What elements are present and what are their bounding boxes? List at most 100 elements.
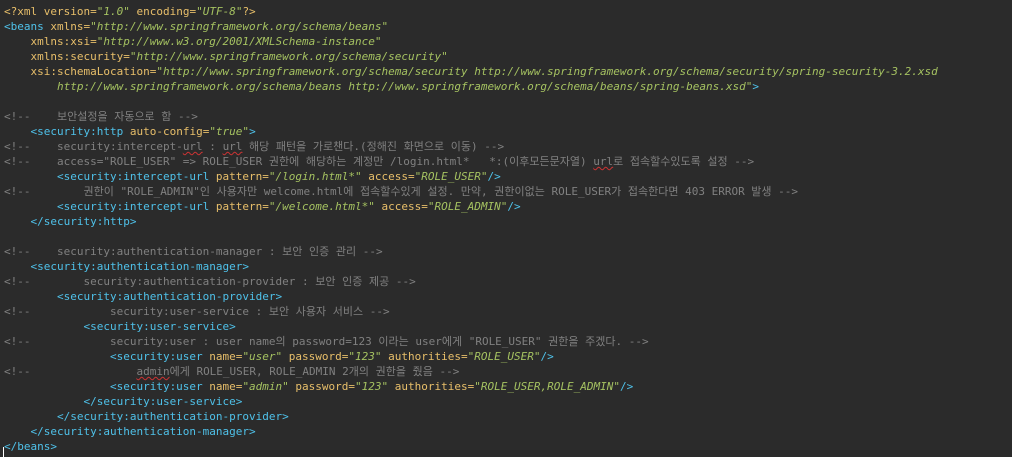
code-token: <!-- security:user-service : 보안 사용자 서비스 … [4, 305, 390, 318]
code-line: xsi:schemaLocation="http://www.springfra… [4, 64, 938, 79]
code-line: <security:user name="user" password="123… [4, 349, 554, 364]
code-line: <security:user-service> [4, 319, 236, 334]
code-token: </security:user-service> [4, 395, 243, 408]
code-token: <!-- 보안설정을 자동으로 함 --> [4, 110, 198, 123]
code-token: auto-config= [123, 125, 210, 138]
code-token: "ROLE_USER,ROLE_ADMIN" [474, 380, 620, 393]
code-line: <!-- security:authentication-manager : 보… [4, 244, 383, 259]
code-line: xmlns:security="http://www.springframewo… [4, 49, 448, 64]
code-token: <security:intercept-url [4, 170, 210, 183]
code-token: 로 접속할수있도록 설정 --> [613, 155, 755, 168]
code-line: <security:authentication-manager> [4, 259, 249, 274]
code-token: "/login.html*" [268, 170, 362, 183]
code-token: /> [619, 380, 634, 393]
code-token: </beans> [4, 440, 57, 453]
code-token: pattern= [209, 200, 269, 213]
code-token: ?> [242, 5, 256, 18]
code-token: > [249, 125, 256, 138]
code-token: xsi:schemaLocation= [4, 65, 157, 78]
code-token: /> [540, 350, 554, 363]
code-token: access= [361, 170, 415, 183]
code-token: "ROLE_USER" [467, 350, 541, 363]
code-line: xmlns:xsi="http://www.w3.org/2001/XMLSch… [4, 34, 381, 49]
code-token: "true" [209, 125, 250, 138]
text-cursor [3, 447, 4, 457]
code-token: name= [202, 350, 243, 363]
code-token: "ROLE_ADMIN" [427, 200, 508, 213]
code-token: <!-- access="ROLE_USER" => ROLE_USER 권한에… [4, 155, 594, 168]
code-editor[interactable]: <?xml version="1.0" encoding="UTF-8"?> <b… [0, 0, 1012, 457]
code-token: http://www.springframework.org/schema/be… [4, 80, 753, 93]
spellcheck-token: admin [136, 365, 170, 378]
code-token: access= [374, 200, 428, 213]
code-line: <!-- 보안설정을 자동으로 함 --> [4, 109, 198, 124]
code-line: http://www.springframework.org/schema/be… [4, 79, 759, 94]
code-token: xmlns:security= [4, 50, 130, 63]
code-token: <security:authentication-provider> [4, 290, 283, 303]
code-token: encoding= [129, 5, 197, 18]
code-token: <?xml version= [4, 5, 97, 18]
code-line: </security:http> [4, 214, 136, 229]
code-line: <!-- 권한이 "ROLE_ADMIN"인 사용자만 welcome.html… [4, 184, 798, 199]
code-token: <!-- security:intercept- [4, 140, 183, 153]
spellcheck-token: url [593, 155, 614, 168]
code-line: <!-- security:intercept-url : url 해당 패턴을… [4, 139, 504, 154]
code-token: "admin" [242, 380, 289, 393]
code-token: </security:authentication-manager> [4, 425, 256, 438]
code-token: xmlns:xsi= [4, 35, 97, 48]
code-token: <!-- security:authentication-manager : 보… [4, 245, 383, 258]
code-token: "123" [348, 350, 382, 363]
code-token: "UTF-8" [196, 5, 243, 18]
code-token: "user" [242, 350, 283, 363]
code-token: authorities= [388, 380, 475, 393]
code-line: <!-- access="ROLE_USER" => ROLE_USER 권한에… [4, 154, 754, 169]
code-token: /> [507, 200, 521, 213]
code-line: <security:user name="admin" password="12… [4, 379, 633, 394]
code-token: <!-- security:authentication-provider : … [4, 275, 416, 288]
code-token: : [202, 140, 223, 153]
code-line: <security:intercept-url pattern="/login.… [4, 169, 501, 184]
code-line: </beans> [4, 439, 57, 454]
code-token: <security:user [4, 350, 203, 363]
spellcheck-token: url [182, 140, 203, 153]
code-token: <security:user-service> [4, 320, 236, 333]
code-line: <beans xmlns="http://www.springframework… [4, 19, 388, 34]
code-line: <?xml version="1.0" encoding="UTF-8"?> [4, 4, 256, 19]
code-token: password= [282, 350, 349, 363]
code-line: <security:authentication-provider> [4, 289, 282, 304]
code-token: <beans [4, 20, 44, 33]
code-line: <security:intercept-url pattern="/welcom… [4, 199, 521, 214]
code-line: </security:authentication-provider> [4, 409, 289, 424]
code-token: "ROLE_USER" [414, 170, 488, 183]
code-token: <security:intercept-url [4, 200, 210, 213]
code-token: /> [487, 170, 501, 183]
code-token: <security:http [4, 125, 124, 138]
code-token: > [752, 80, 759, 93]
code-token: </security:authentication-provider> [4, 410, 289, 423]
code-line: </security:authentication-manager> [4, 424, 256, 439]
code-token: name= [202, 380, 243, 393]
code-token: xmlns= [43, 20, 91, 33]
code-line: <!-- security:authentication-provider : … [4, 274, 416, 289]
code-token: "http://www.springframework.org/schema/s… [156, 65, 938, 78]
code-line: </security:user-service> [4, 394, 242, 409]
code-line: <security:http auto-config="true"> [4, 124, 256, 139]
code-token: "http://www.springframework.org/schema/s… [129, 50, 448, 63]
spellcheck-token: url [222, 140, 243, 153]
code-token: "123" [355, 380, 389, 393]
code-line: <!-- security:user : user name의 password… [4, 334, 649, 349]
code-token: pattern= [209, 170, 269, 183]
code-token: "http://www.springframework.org/schema/b… [90, 20, 389, 33]
code-token: "/welcome.html*" [268, 200, 375, 213]
code-line: <!-- security:user-service : 보안 사용자 서비스 … [4, 304, 390, 319]
code-token: </security:http> [4, 215, 137, 228]
code-token: <!-- 권한이 "ROLE_ADMIN"인 사용자만 welcome.html… [4, 185, 799, 198]
code-token: 에게 ROLE_USER, ROLE_ADMIN 2개의 권한을 줬음 --> [169, 365, 460, 378]
code-token: authorities= [381, 350, 468, 363]
code-token: "1.0" [96, 5, 130, 18]
code-token: <!-- [4, 365, 137, 378]
code-token: <security:user [4, 380, 203, 393]
code-token: 해당 패턴을 가로챈다.(정해진 화면으로 이동) --> [242, 140, 505, 153]
code-line: <!-- admin에게 ROLE_USER, ROLE_ADMIN 2개의 권… [4, 364, 459, 379]
code-token: <security:authentication-manager> [4, 260, 250, 273]
